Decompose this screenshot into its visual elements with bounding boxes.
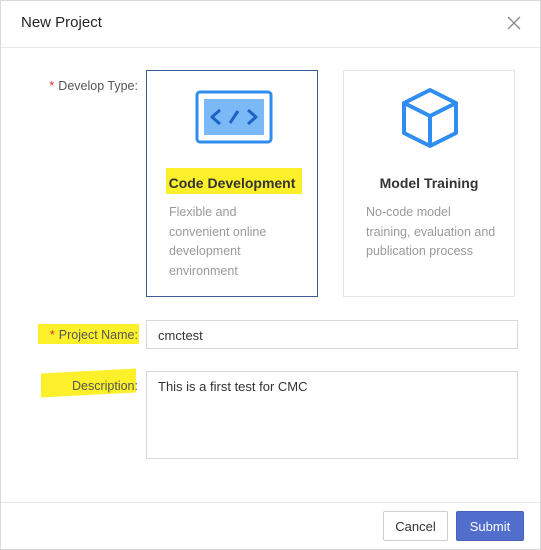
dialog-title: New Project: [21, 14, 102, 31]
model-training-title: Model Training: [379, 175, 479, 191]
code-development-description: Flexible and convenient online developme…: [169, 205, 267, 278]
cube-icon: [402, 88, 458, 148]
submit-button[interactable]: Submit: [456, 511, 524, 541]
model-training-description: No-code model training, evaluation and p…: [366, 205, 496, 258]
close-icon[interactable]: [506, 15, 522, 31]
new-project-dialog: New Project * Develop Type: Code Developm…: [0, 0, 541, 550]
code-development-title: Code Development: [168, 175, 296, 191]
develop-type-label: * Develop Type:: [49, 79, 138, 93]
description-textarea[interactable]: This is a first test for CMC: [146, 371, 518, 459]
project-name-input[interactable]: cmctest: [146, 320, 518, 349]
code-icon: [195, 90, 273, 144]
dialog-header: New Project: [1, 1, 540, 48]
cancel-button[interactable]: Cancel: [383, 511, 448, 541]
description-label: Description:: [71, 379, 138, 393]
project-name-label: * Project Name:: [49, 328, 138, 342]
code-development-card[interactable]: Code Development Flexible and convenient…: [146, 70, 318, 297]
model-training-card[interactable]: Model Training No-code model training, e…: [343, 70, 515, 297]
